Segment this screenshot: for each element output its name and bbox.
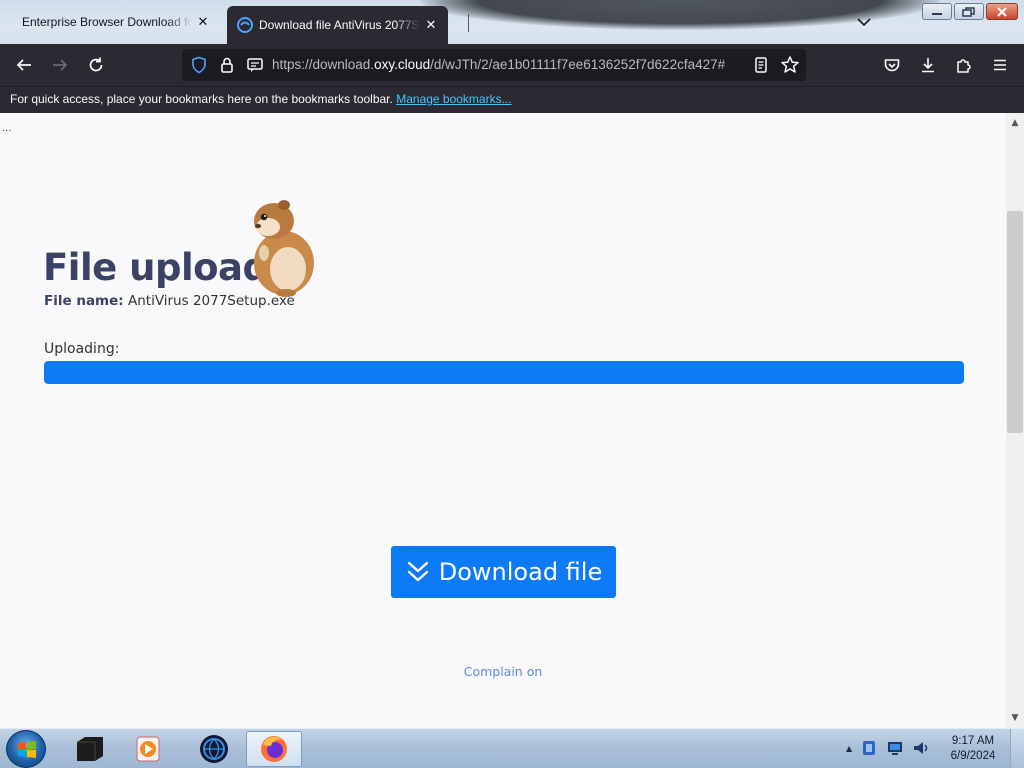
permissions-icon[interactable] (246, 56, 264, 74)
tab-separator (468, 14, 469, 32)
complain-link[interactable]: Complain on (0, 664, 1006, 679)
download-icon (922, 58, 934, 73)
url-prefix: https://download. (272, 57, 375, 72)
window-controls (922, 3, 1018, 20)
tab-strip: Enterprise Browser Download for ✕ Downlo… (0, 0, 1024, 44)
star-icon[interactable] (780, 55, 800, 75)
close-window-button[interactable] (986, 3, 1018, 20)
media-player-icon (136, 736, 160, 762)
scroll-up-arrow-icon[interactable]: ▲ (1006, 115, 1024, 131)
hamburger-menu-icon (994, 59, 1006, 71)
url-path: /d/wJTh/2/ae1b01111f7ee6136252f7d622cfa4… (430, 57, 726, 72)
double-chevron-down-icon (407, 561, 428, 582)
chevron-down-icon[interactable] (854, 12, 874, 32)
download-file-button[interactable]: Download file (391, 546, 616, 598)
taskbar-firefox[interactable] (246, 731, 302, 767)
restore-icon (962, 6, 975, 17)
file-name-value: AntiVirus 2077Setup.exe (127, 293, 295, 309)
forward-button[interactable] (50, 55, 70, 75)
tab-title: Download file AntiVirus 2077Setup (259, 18, 420, 32)
scrollbar-thumb[interactable] (1007, 211, 1023, 433)
firefox-icon (261, 736, 287, 762)
upload-progress-fill (44, 361, 964, 384)
reload-button[interactable] (86, 55, 106, 75)
arrow-left-icon (16, 59, 31, 71)
tray-expand-icon[interactable]: ▲ (846, 744, 852, 753)
tab-enterprise-browser[interactable]: Enterprise Browser Download for ✕ (12, 4, 220, 40)
tab-close-icon[interactable]: ✕ (424, 18, 438, 33)
clock-date: 6/9/2024 (950, 750, 996, 762)
downloads-button[interactable] (918, 55, 938, 75)
minimize-button[interactable] (922, 3, 952, 20)
system-tray: ▲ (846, 739, 930, 757)
extensions-button[interactable] (954, 55, 974, 75)
restore-button[interactable] (954, 3, 984, 20)
windows-logo-icon (18, 741, 36, 758)
upload-progress-bar (44, 361, 964, 384)
navigation-bar: https://download.oxy.cloud/d/wJTh/2/ae1b… (0, 44, 1024, 86)
taskbar-globe-app[interactable] (186, 731, 242, 767)
page-content: ... File uploadi File name: AntiVirus 20… (0, 113, 1006, 728)
puzzle-icon (957, 59, 971, 73)
lock-icon[interactable] (218, 56, 236, 74)
reload-icon (89, 57, 103, 72)
uploading-label: Uploading: (44, 341, 120, 357)
menu-button[interactable] (990, 55, 1010, 75)
page-scrollbar[interactable]: ▲ ▼ (1006, 113, 1024, 728)
bookmarks-toolbar: For quick access, place your bookmarks h… (0, 86, 1024, 113)
tab-download-file[interactable]: Download file AntiVirus 2077Setup ✕ (227, 6, 448, 44)
network-icon[interactable] (886, 739, 904, 757)
url-text[interactable]: https://download.oxy.cloud/d/wJTh/2/ae1b… (272, 57, 748, 72)
hamster-animation-icon (254, 200, 314, 297)
tab-close-icon[interactable]: ✕ (196, 15, 210, 30)
pocket-button[interactable] (882, 55, 902, 75)
tray-security-icon[interactable] (860, 739, 878, 757)
arrow-right-icon (53, 59, 68, 71)
file-name-row: File name: AntiVirus 2077Setup.exe (44, 293, 295, 309)
terminal-icon (77, 737, 103, 761)
file-name-label: File name: (44, 293, 124, 309)
manage-bookmarks-link[interactable]: Manage bookmarks... (396, 92, 511, 106)
show-desktop-button[interactable] (1010, 729, 1024, 768)
url-domain: oxy.cloud (374, 57, 431, 72)
tab-title: Enterprise Browser Download for (22, 15, 192, 29)
volume-icon[interactable] (912, 739, 930, 757)
page-dots: ... (2, 123, 12, 134)
pocket-icon (884, 59, 900, 72)
taskbar-media-player[interactable] (120, 731, 176, 767)
back-button[interactable] (14, 55, 34, 75)
close-icon (997, 6, 1007, 17)
globe-app-icon (200, 735, 228, 763)
bookmarks-hint-text: For quick access, place your bookmarks h… (10, 92, 393, 106)
clock-time: 9:17 AM (951, 735, 995, 747)
system-clock[interactable]: 9:17 AM 6/9/2024 (940, 734, 1006, 764)
shield-icon[interactable] (190, 56, 208, 74)
address-bar[interactable]: https://download.oxy.cloud/d/wJTh/2/ae1b… (182, 49, 806, 81)
taskbar: ▲ 9:17 AM 6/9/2024 (0, 728, 1024, 768)
site-favicon-icon (237, 17, 253, 33)
minimize-icon (932, 12, 942, 15)
download-file-label: Download file (438, 558, 603, 586)
scroll-down-arrow-icon[interactable]: ▼ (1006, 710, 1024, 726)
reader-view-icon[interactable] (752, 56, 770, 74)
start-button[interactable] (6, 730, 46, 768)
taskbar-terminal[interactable] (62, 731, 118, 767)
